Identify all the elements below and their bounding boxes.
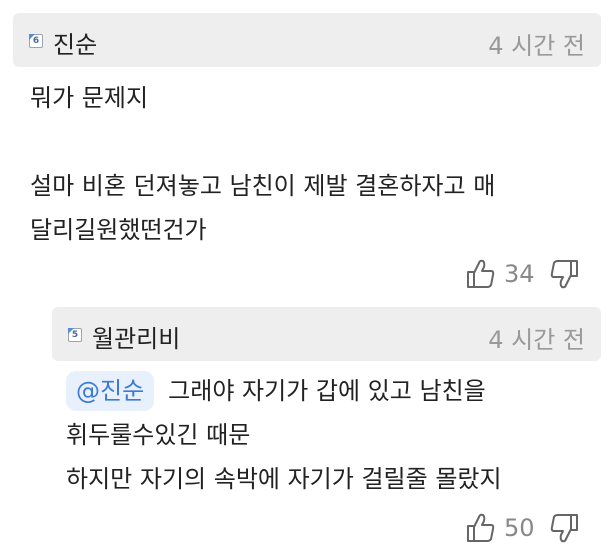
reply-line: 휘두룰수있긴 때문 xyxy=(66,421,251,449)
like-button[interactable] xyxy=(466,258,496,290)
reply-body: @진순 그래야 자기가 갑에 있고 남친을 휘두룰수있긴 때문 하지만 자기의 속… xyxy=(66,369,502,501)
comment-line xyxy=(30,120,495,164)
reply-like-count: 50 xyxy=(504,514,535,542)
reply-header: 5 월관리비 4 시간 전 xyxy=(52,307,601,361)
reply-author[interactable]: 월관리비 xyxy=(92,319,180,354)
thumbs-down-icon xyxy=(550,514,578,543)
reply-time: 4 시간 전 xyxy=(488,326,585,354)
comment-header: 6 진순 4 시간 전 xyxy=(13,13,601,67)
dislike-button[interactable] xyxy=(549,512,579,544)
comment-vote-bar: 34 xyxy=(466,258,579,290)
thumbs-up-icon xyxy=(467,259,495,288)
level-badge-icon: 5 xyxy=(68,328,82,342)
level-badge-icon: 6 xyxy=(29,34,43,48)
reply-vote-bar: 50 xyxy=(466,512,579,544)
thumbs-down-icon xyxy=(550,260,578,289)
comment-line: 달리길원했떤건가 xyxy=(30,216,207,244)
thumbs-up-icon xyxy=(467,513,495,542)
comment-line: 설마 비혼 던져놓고 남친이 제발 결혼하자고 매 xyxy=(30,172,496,200)
comment-like-count: 34 xyxy=(504,260,535,288)
dislike-button[interactable] xyxy=(549,258,579,290)
comment-line: 뭐가 문제지 xyxy=(30,84,149,112)
reply-line: 하지만 자기의 속박에 자기가 걸릴줄 몰랐지 xyxy=(66,465,502,493)
reply-first-line: @진순 그래야 자기가 갑에 있고 남친을 xyxy=(66,369,502,413)
comment-time: 4 시간 전 xyxy=(488,32,585,60)
mention-tag[interactable]: @진순 xyxy=(66,371,155,411)
like-button[interactable] xyxy=(466,512,496,544)
comment-author[interactable]: 진순 xyxy=(53,25,97,60)
reply-line: 그래야 자기가 갑에 있고 남친을 xyxy=(168,377,486,405)
comment-body: 뭐가 문제지 설마 비혼 던져놓고 남친이 제발 결혼하자고 매 달리길원했떤건… xyxy=(30,76,495,252)
